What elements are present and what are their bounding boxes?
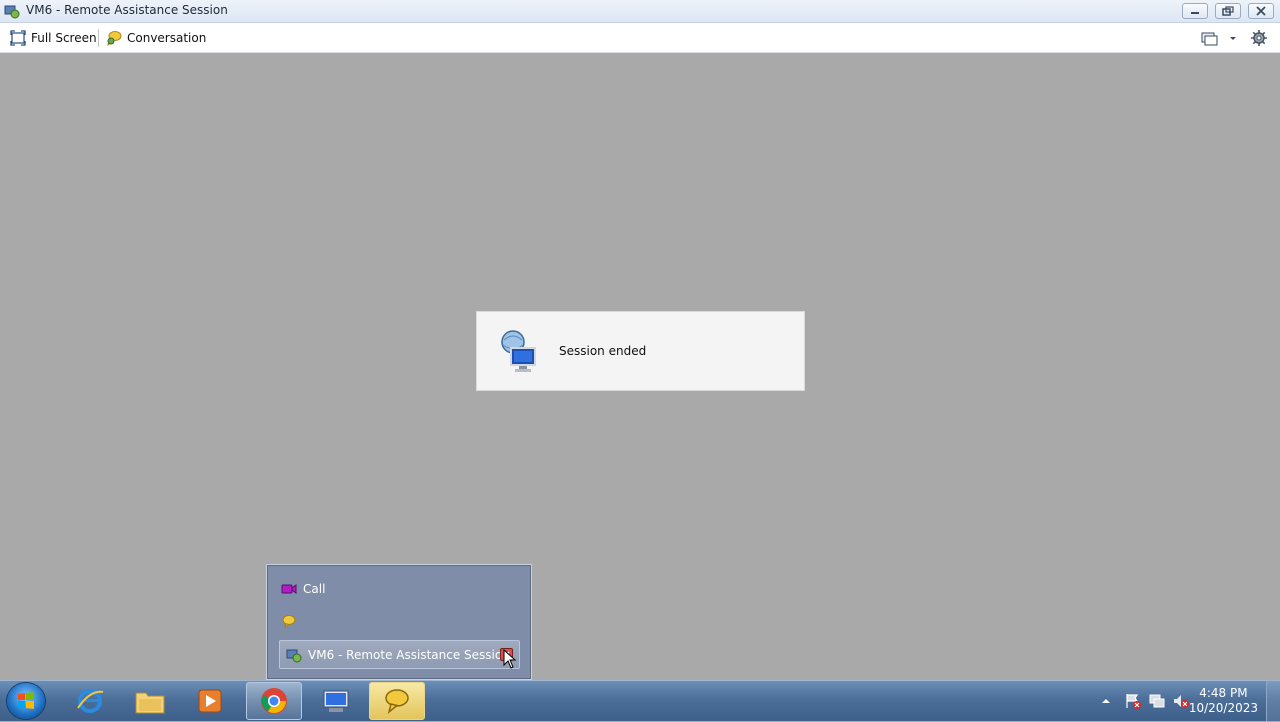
session-ended-message: Session ended bbox=[559, 344, 647, 358]
chat-item[interactable] bbox=[281, 608, 297, 634]
toolbar: Full Screen Conversation bbox=[0, 23, 1280, 53]
system-tray: 4:48 PM 10/20/2023 bbox=[1090, 681, 1280, 721]
network-icon[interactable] bbox=[1148, 692, 1166, 710]
chat-bubble-icon bbox=[385, 689, 409, 715]
toolbar-divider bbox=[98, 29, 99, 47]
show-hidden-icons-icon[interactable] bbox=[1101, 696, 1111, 706]
internet-explorer-button[interactable] bbox=[62, 682, 118, 720]
call-label: Call bbox=[303, 582, 326, 596]
settings-button[interactable] bbox=[1250, 28, 1268, 48]
action-center-flag-icon[interactable] bbox=[1124, 692, 1142, 710]
chat-bubble-icon bbox=[282, 615, 296, 628]
conversation-button[interactable]: Conversation bbox=[106, 29, 206, 47]
gear-icon bbox=[1251, 30, 1267, 46]
window-preview-label: VM6 - Remote Assistance Session bbox=[308, 647, 510, 662]
full-screen-button[interactable]: Full Screen bbox=[10, 29, 97, 47]
session-ended-dialog: Session ended bbox=[476, 311, 805, 391]
minimize-icon bbox=[1191, 12, 1199, 14]
internet-explorer-icon bbox=[77, 689, 104, 713]
taskbar: 4:48 PM 10/20/2023 bbox=[0, 680, 1280, 721]
display-options-button[interactable] bbox=[1200, 28, 1238, 48]
restore-button[interactable] bbox=[1215, 3, 1241, 19]
restore-icon bbox=[1222, 6, 1234, 16]
display-settings-icon bbox=[1201, 32, 1218, 46]
volume-muted-icon[interactable] bbox=[1172, 692, 1190, 710]
remote-computer-icon bbox=[495, 328, 541, 374]
window-preview-item[interactable]: VM6 - Remote Assistance Session bbox=[279, 640, 520, 669]
window-title: VM6 - Remote Assistance Session bbox=[26, 3, 228, 17]
close-button[interactable] bbox=[1248, 3, 1274, 19]
chrome-button[interactable] bbox=[246, 682, 302, 720]
clock[interactable]: 4:48 PM 10/20/2023 bbox=[1189, 686, 1258, 716]
full-screen-label: Full Screen bbox=[31, 31, 97, 45]
full-screen-icon bbox=[10, 30, 26, 46]
clock-time: 4:48 PM bbox=[1199, 686, 1248, 700]
conversation-label: Conversation bbox=[127, 31, 207, 45]
chevron-down-icon bbox=[1230, 37, 1236, 40]
remote-assistance-window-icon bbox=[286, 649, 302, 662]
taskbar-jump-list: Call VM6 - Remote Assistance Session bbox=[266, 564, 532, 680]
media-player-button[interactable] bbox=[182, 682, 238, 720]
title-bar: VM6 - Remote Assistance Session bbox=[0, 0, 1280, 23]
clock-date: 10/20/2023 bbox=[1188, 701, 1258, 715]
minimize-button[interactable] bbox=[1182, 3, 1208, 19]
folder-icon bbox=[135, 692, 165, 714]
remote-desktop-icon bbox=[323, 690, 349, 712]
close-icon bbox=[1256, 6, 1266, 16]
remote-assistance-app-icon bbox=[4, 3, 20, 19]
windows-logo-icon bbox=[18, 692, 34, 709]
call-item[interactable]: Call bbox=[281, 576, 325, 602]
start-button[interactable] bbox=[7, 683, 45, 719]
media-player-icon bbox=[198, 689, 222, 713]
messenger-button[interactable] bbox=[369, 682, 425, 720]
mouse-cursor-icon bbox=[503, 649, 517, 669]
show-desktop-button[interactable] bbox=[1266, 681, 1280, 721]
video-call-icon bbox=[281, 584, 297, 594]
chrome-icon bbox=[261, 688, 287, 714]
remote-assistance-taskbar-button[interactable] bbox=[308, 682, 364, 720]
conversation-icon bbox=[107, 31, 122, 46]
windows-explorer-button[interactable] bbox=[122, 682, 178, 720]
